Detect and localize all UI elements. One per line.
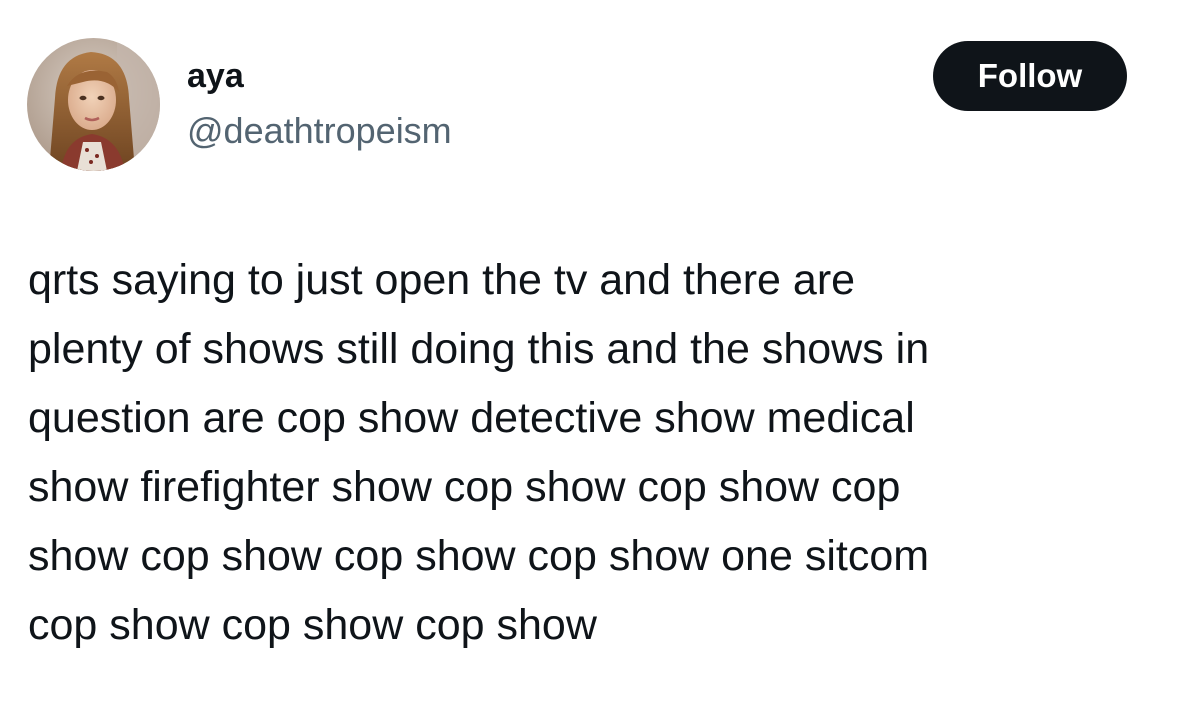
tweet-text-line: qrts saying to just open the tv and ther… — [28, 256, 856, 304]
tweet-text-line: show firefighter show cop show cop show … — [28, 463, 901, 511]
display-name[interactable]: aya — [187, 56, 244, 96]
tweet-text-line: plenty of shows still doing this and the… — [28, 325, 930, 373]
avatar[interactable] — [27, 38, 160, 171]
tweet-text-line: cop show cop show cop show — [28, 601, 597, 649]
avatar-image — [27, 38, 160, 171]
tweet-text-line: show cop show cop show cop show one sitc… — [28, 532, 930, 580]
tweet-text-line: question are cop show detective show med… — [28, 394, 915, 442]
tweet-text: qrts saying to just open the tv and ther… — [28, 246, 1148, 660]
follow-button[interactable]: Follow — [933, 41, 1127, 111]
tweet-card: aya @deathtropeism Follow qrts saying to… — [0, 0, 1179, 713]
user-handle[interactable]: @deathtropeism — [187, 109, 452, 153]
